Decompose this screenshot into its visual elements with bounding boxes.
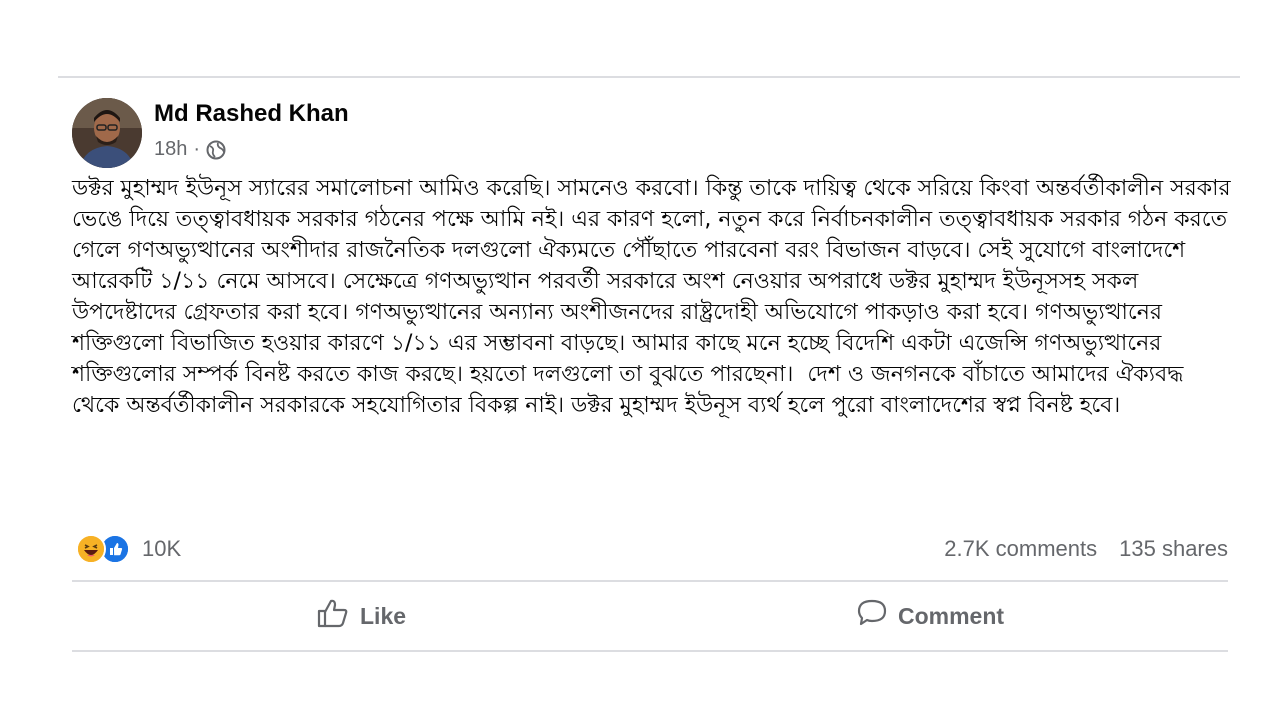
like-button[interactable]: Like [316,588,406,644]
meta-separator: · [193,138,201,160]
engagement-counts: 2.7K comments 135 shares [944,536,1228,562]
post-actions: Like Comment [72,588,1228,648]
post-body-text: ডক্টর মুহাম্মদ ইউনূস স্যারের সমালোচনা আম… [72,176,1238,418]
comment-label: Comment [898,602,1005,629]
post-header: Md Rashed Khan 18h · [72,98,672,168]
comments-count[interactable]: 2.7K comments [944,536,1097,562]
actions-bottom-divider [72,650,1228,652]
avatar[interactable] [72,98,142,168]
comment-button[interactable]: Comment [856,588,1004,644]
post-timestamp[interactable]: 18h [154,138,187,161]
haha-reaction-icon [76,534,106,564]
reaction-summary[interactable]: 10K [76,534,181,564]
globe-icon[interactable] [206,140,226,160]
post-meta: 18h · [154,138,226,161]
reaction-count: 10K [142,536,182,561]
like-label: Like [360,602,407,629]
actions-top-divider [72,580,1228,582]
author-name[interactable]: Md Rashed Khan [154,100,349,128]
post-stats: 10K 2.7K comments 135 shares [72,532,1228,566]
thumbs-up-icon [316,598,350,634]
shares-count[interactable]: 135 shares [1119,536,1228,562]
post-card: Md Rashed Khan 18h · ডক্টর মুহাম্মদ ইউনূ… [58,78,1240,678]
speech-bubble-icon [856,598,888,634]
